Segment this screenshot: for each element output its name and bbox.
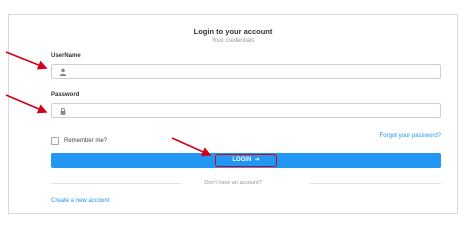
password-label: Password bbox=[51, 92, 80, 98]
login-button[interactable]: LOGIN ➜ bbox=[51, 153, 441, 168]
remember-me-label: Remember me? bbox=[64, 138, 108, 144]
username-label: UserName bbox=[51, 53, 81, 59]
login-subtitle: Your credentials bbox=[211, 38, 255, 44]
login-card: Login to your account Your credentials U… bbox=[8, 14, 458, 214]
sign-in-arrow-icon: ➜ bbox=[252, 157, 260, 163]
divider-right bbox=[309, 183, 441, 184]
user-icon bbox=[59, 68, 67, 76]
password-field[interactable] bbox=[51, 103, 441, 118]
create-account-link[interactable]: Create a new account bbox=[51, 198, 109, 204]
login-title: Login to your account bbox=[193, 27, 273, 36]
login-button-label: LOGIN bbox=[232, 157, 252, 163]
forgot-password-link[interactable]: Forgot your password? bbox=[380, 133, 441, 139]
remember-me-checkbox[interactable] bbox=[51, 137, 59, 145]
login-button-highlight: LOGIN ➜ bbox=[215, 154, 277, 167]
username-field[interactable] bbox=[51, 64, 441, 79]
lock-icon bbox=[60, 107, 66, 115]
